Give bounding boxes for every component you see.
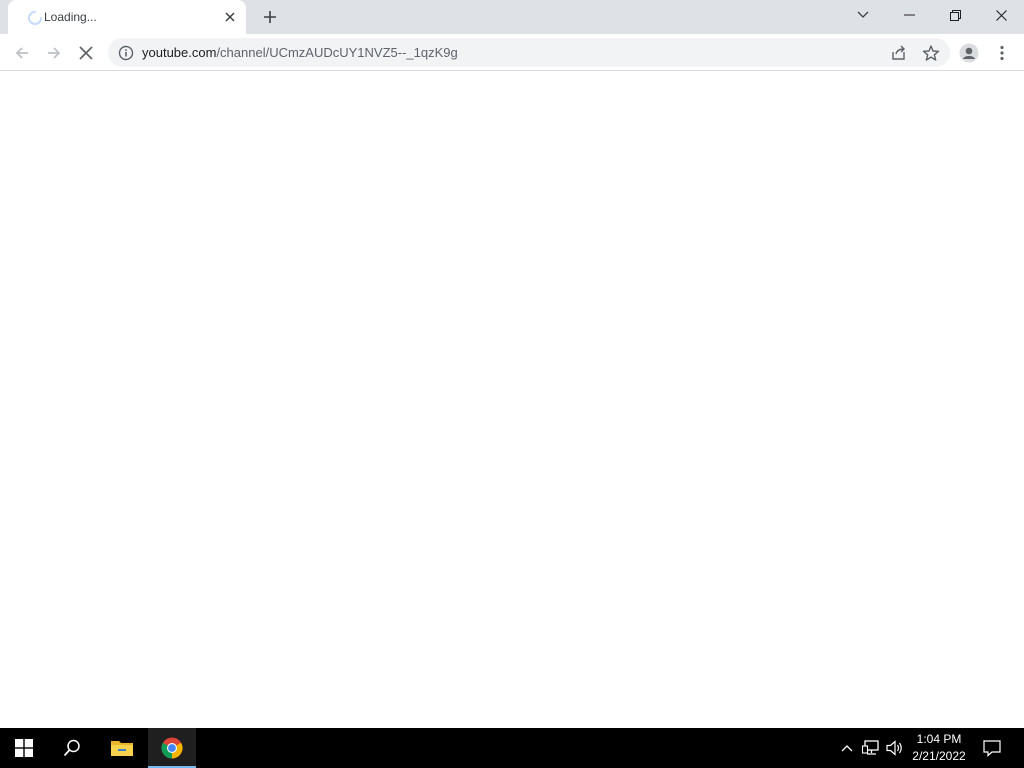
browser-toolbar: youtube.com/channel/UCmzAUDcUY1NVZ5--_1q… — [0, 34, 1024, 71]
tab-strip: Loading... — [0, 0, 1024, 34]
taskbar: 1:04 PM 2/21/2022 — [0, 728, 1024, 768]
file-explorer-icon[interactable] — [98, 728, 146, 768]
network-icon[interactable] — [860, 728, 882, 768]
notification-icon[interactable] — [980, 728, 1004, 768]
kebab-menu-icon[interactable] — [988, 39, 1016, 67]
clock-date: 2/21/2022 — [912, 749, 966, 763]
chrome-icon[interactable] — [148, 728, 196, 768]
clock-time: 1:04 PM — [916, 732, 962, 746]
browser-tab[interactable]: Loading... — [8, 0, 246, 34]
restore-icon[interactable] — [932, 0, 978, 30]
volume-icon[interactable] — [884, 728, 906, 768]
tab-search-icon[interactable] — [840, 0, 886, 30]
windows-start-icon[interactable] — [0, 728, 48, 768]
chevron-up-icon[interactable] — [838, 728, 856, 768]
close-window-icon[interactable] — [978, 0, 1024, 30]
forward-arrow-icon[interactable] — [40, 39, 68, 67]
page-content — [0, 71, 1024, 728]
url-text: youtube.com/channel/UCmzAUDcUY1NVZ5--_1q… — [142, 45, 458, 60]
search-icon[interactable] — [48, 728, 96, 768]
url-path: /channel/UCmzAUDcUY1NVZ5--_1qzK9g — [216, 45, 458, 60]
spinner-icon — [28, 11, 42, 25]
address-bar[interactable]: youtube.com/channel/UCmzAUDcUY1NVZ5--_1q… — [108, 38, 950, 67]
new-tab-button[interactable] — [258, 5, 282, 29]
url-host: youtube.com — [142, 45, 217, 60]
star-icon[interactable] — [922, 44, 940, 62]
tab-close-icon[interactable] — [222, 9, 238, 25]
tab-title: Loading... — [44, 10, 97, 24]
minimize-icon[interactable] — [886, 0, 932, 30]
back-arrow-icon[interactable] — [8, 39, 36, 67]
stop-icon[interactable] — [72, 39, 100, 67]
taskbar-clock[interactable]: 1:04 PM 2/21/2022 — [906, 731, 972, 765]
info-icon[interactable] — [118, 45, 134, 61]
share-icon[interactable] — [890, 44, 908, 62]
profile-avatar-icon[interactable] — [955, 39, 983, 67]
